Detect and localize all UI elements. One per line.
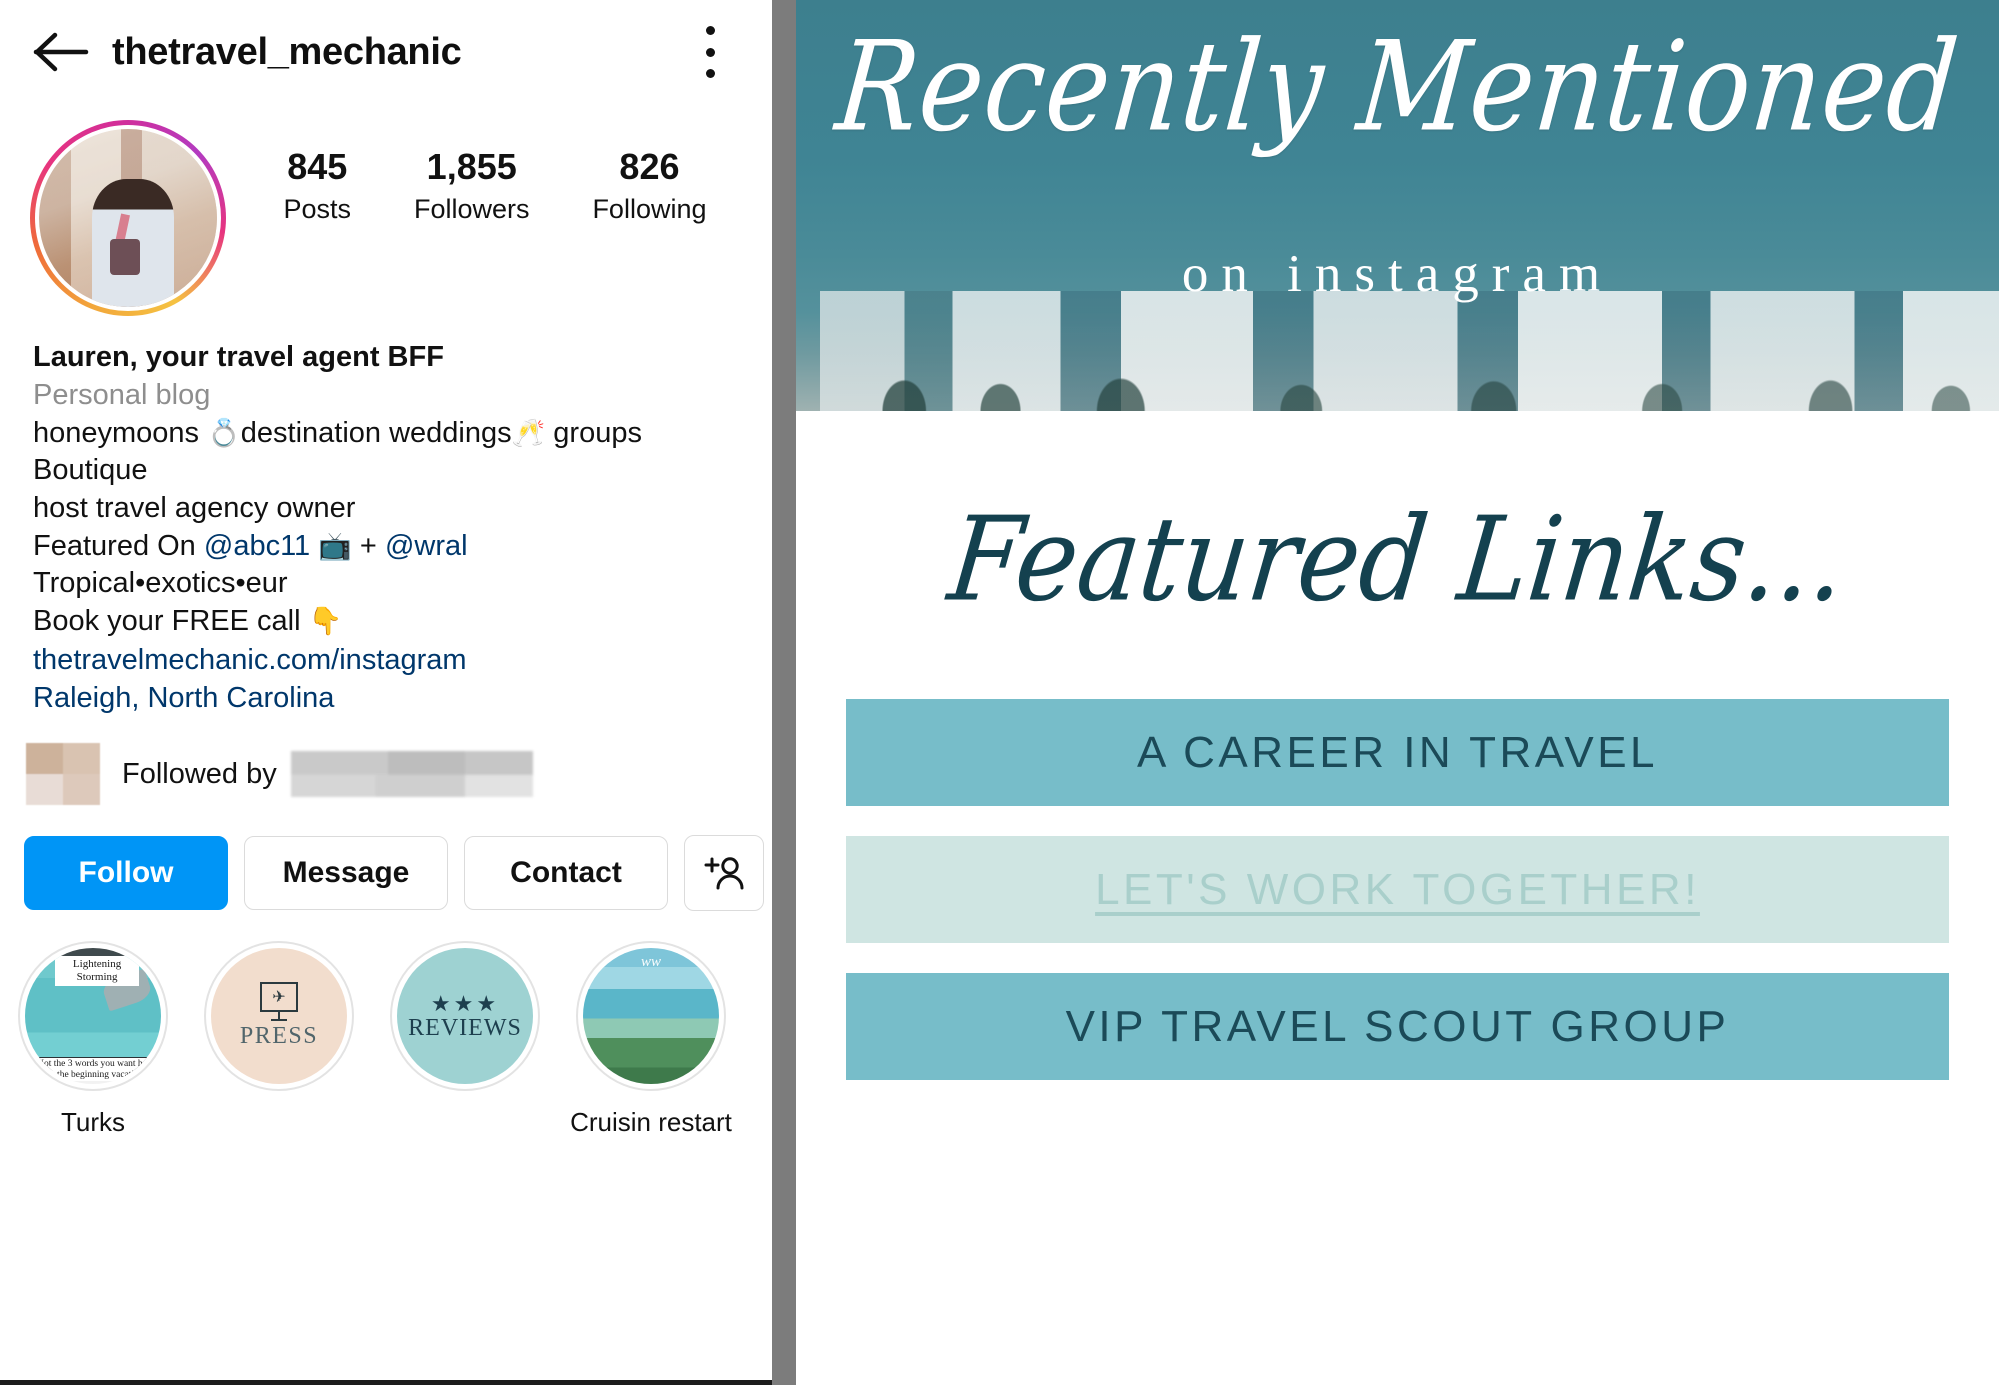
highlight-press[interactable]: ✈ PRESS — [186, 941, 372, 1138]
mention-abc11[interactable]: @abc11 — [204, 530, 310, 562]
follow-button[interactable]: Follow — [24, 836, 228, 911]
bio-line-5: Book your FREE call 👇 — [33, 603, 742, 641]
followed-by-avatars — [26, 743, 100, 806]
bio-book-call-text: Book your FREE call — [33, 604, 309, 637]
highlight-turks[interactable]: Lightening Storming Not the 3 words you … — [0, 941, 186, 1138]
profile-header: 845 Posts 1,855 Followers 826 Following — [0, 104, 772, 316]
instagram-top-bar: thetravel_mechanic — [0, 0, 772, 104]
profile-bio: Lauren, your travel agent BFF Personal b… — [0, 316, 772, 717]
champagne-icon: 🥂 — [511, 417, 546, 448]
hero-banner: Recently Mentioned on instagram — [796, 0, 1999, 411]
reviews-text: REVIEWS — [408, 1014, 522, 1041]
bio-line-1-a: honeymoons — [33, 416, 208, 449]
sign-stand — [278, 1012, 280, 1020]
stat-posts[interactable]: 845 Posts — [283, 146, 351, 230]
story-highlights: Lightening Storming Not the 3 words you … — [0, 911, 772, 1138]
back-arrow-icon[interactable] — [24, 22, 98, 82]
link-button-career-in-travel[interactable]: A CAREER IN TRAVEL — [846, 699, 1949, 806]
followers-count: 1,855 — [426, 146, 517, 187]
highlight-thumbnail-cruisin: ww — [583, 948, 719, 1085]
bio-plus: + — [351, 529, 385, 562]
add-person-icon[interactable] — [684, 835, 764, 912]
highlight-reviews[interactable]: ★★★ REVIEWS — [372, 941, 558, 1138]
link-in-bio-panel: Recently Mentioned on instagram Featured… — [796, 0, 1999, 1385]
press-graphic: ✈ PRESS — [240, 982, 318, 1050]
featured-links-title: Featured Links... — [942, 490, 1853, 628]
followers-label: Followers — [413, 194, 530, 225]
avatar-bag — [110, 239, 141, 275]
profile-stats: 845 Posts 1,855 Followers 826 Following — [226, 120, 772, 230]
highlight-script-text: ww — [640, 953, 661, 970]
bottom-divider — [0, 1380, 772, 1385]
sign-base — [271, 1019, 287, 1022]
television-icon: 📺 — [318, 530, 352, 561]
highlight-caption-top: Lightening Storming — [54, 956, 140, 986]
highlight-ring: ✈ PRESS — [204, 941, 354, 1092]
link-button-lets-work-together[interactable]: LET'S WORK TOGETHER! — [846, 836, 1949, 943]
bio-line-2: host travel agency owner — [33, 491, 356, 524]
page-title: thetravel_mechanic — [112, 30, 462, 73]
contact-button[interactable]: Contact — [464, 836, 668, 911]
hero-script-title: Recently Mentioned — [830, 15, 1965, 160]
following-count: 826 — [619, 146, 680, 187]
mention-wral[interactable]: @wral — [385, 530, 468, 562]
ring-icon: 💍 — [207, 417, 241, 448]
featured-links-section: Featured Links... A CAREER IN TRAVEL LET… — [796, 411, 1999, 1080]
stars-icon: ★★★ — [430, 990, 500, 1016]
posts-count: 845 — [287, 146, 348, 187]
highlight-ring: ww — [576, 941, 726, 1092]
highlight-label-cruisin: Cruisin restart — [570, 1107, 732, 1138]
bio-line-1: honeymoons 💍destination weddings🥂 groups… — [33, 415, 742, 490]
highlight-ring: Lightening Storming Not the 3 words you … — [18, 941, 168, 1092]
panel-divider — [772, 0, 796, 1385]
airplane-sign-icon: ✈ — [260, 982, 298, 1013]
message-button[interactable]: Message — [244, 836, 448, 911]
bio-website-link[interactable]: thetravelmechanic.com/instagram — [33, 641, 742, 679]
highlight-thumbnail-reviews: ★★★ REVIEWS — [397, 948, 533, 1085]
bio-line-4: Tropical•exotics•eur — [33, 567, 288, 600]
avatar-photo — [39, 129, 217, 307]
profile-action-buttons: Follow Message Contact — [0, 805, 772, 912]
bio-featured-prefix: Featured On — [33, 529, 204, 562]
bio-line-3: Featured On @abc11 📺 + @wral — [33, 528, 742, 566]
followed-by-redacted-names — [290, 751, 533, 798]
followed-by-row[interactable]: Followed by — [0, 717, 772, 806]
highlight-label-turks: Turks — [60, 1107, 126, 1138]
avatar[interactable] — [30, 120, 226, 316]
hero-subtitle: on instagram — [1181, 245, 1614, 303]
bio-location-link[interactable]: Raleigh, North Carolina — [33, 679, 742, 717]
highlight-thumbnail-press: ✈ PRESS — [211, 948, 347, 1085]
instagram-profile-panel: thetravel_mechanic 845 Posts 1,855 Follo… — [0, 0, 772, 1385]
followed-by-label: Followed by — [122, 757, 277, 790]
stat-followers[interactable]: 1,855 Followers — [414, 146, 530, 230]
highlight-caption-bottom: Not the 3 words you want hear at the beg… — [33, 1058, 159, 1082]
profile-display-name: Lauren, your travel agent BFF — [33, 341, 444, 373]
bio-line-1-b: destination weddings — [240, 416, 512, 449]
kebab-menu-icon[interactable] — [704, 26, 716, 78]
following-label: Following — [592, 194, 707, 225]
highlight-thumbnail-turks: Lightening Storming Not the 3 words you … — [25, 948, 161, 1085]
posts-label: Posts — [283, 194, 351, 225]
highlight-ring: ★★★ REVIEWS — [390, 941, 540, 1092]
screenshot-root: thetravel_mechanic 845 Posts 1,855 Follo… — [0, 0, 1999, 1385]
profile-category: Personal blog — [33, 379, 211, 412]
avatar-inner-ring — [35, 125, 221, 311]
featured-links-list: A CAREER IN TRAVEL LET'S WORK TOGETHER! … — [796, 699, 1999, 1080]
link-button-vip-travel-scout-group[interactable]: VIP TRAVEL SCOUT GROUP — [846, 973, 1949, 1080]
highlight-cruisin-restart[interactable]: ww Cruisin restart — [558, 941, 744, 1138]
press-text: PRESS — [239, 1023, 319, 1050]
stat-following[interactable]: 826 Following — [592, 146, 706, 230]
reviews-graphic: ★★★ REVIEWS — [408, 991, 522, 1042]
pointing-down-icon: 👇 — [308, 605, 343, 636]
